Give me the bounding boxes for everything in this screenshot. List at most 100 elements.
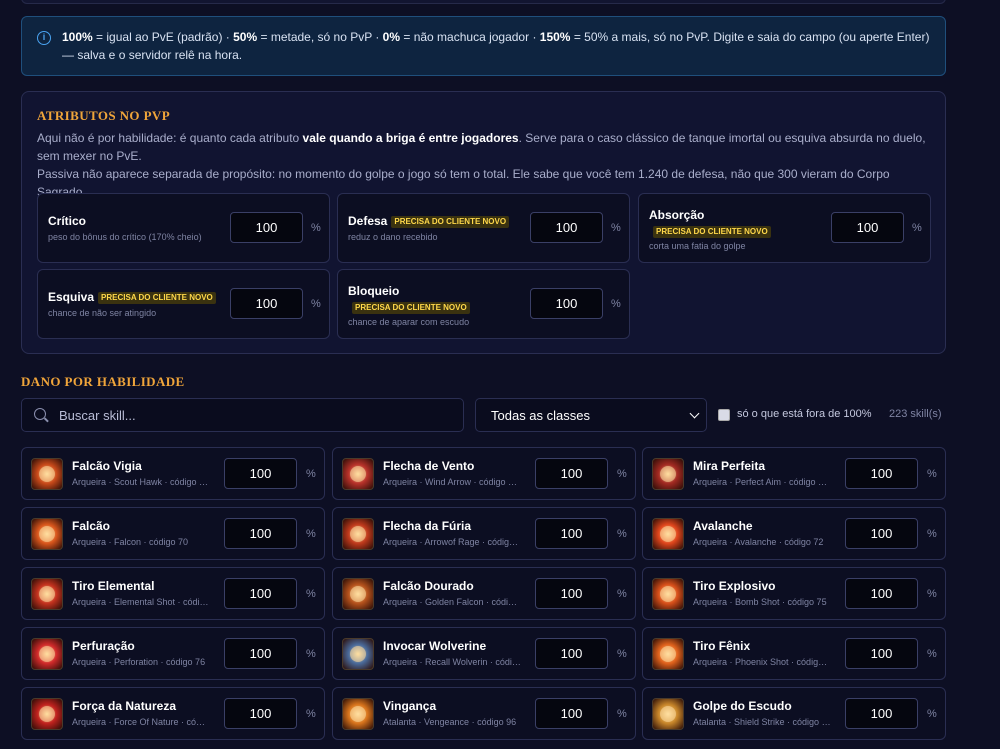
bloqueio-value-input[interactable]: 100	[530, 288, 603, 319]
skill-meta: Arqueira · Scout Hawk · código …	[72, 477, 209, 487]
skill-card: Tiro Fênix Arqueira · Phoenix Shot · códi…	[642, 627, 946, 680]
stat-card-defesa: Defesa PRECISA DO CLIENTE NOVO reduz o da…	[337, 193, 630, 263]
skill-card: Flecha de Vento Arqueira · Wind Arrow · c…	[332, 447, 636, 500]
skill-value-input[interactable]: 100	[535, 458, 608, 489]
skill-meta: Arqueira · Avalanche · código 72	[693, 537, 824, 547]
stat-card-bloqueio: BloqueioPRECISA DO CLIENTE NOVO chance d…	[337, 269, 630, 339]
only-outside-100-label[interactable]: só o que está fora de 100%	[737, 408, 872, 420]
info-banner: i 100% = igual ao PvE (padrão) · 50% = m…	[21, 16, 946, 76]
percent-unit: %	[306, 648, 316, 660]
skill-name: Falcão Dourado	[383, 579, 474, 593]
skill-icon	[31, 578, 63, 610]
absorcao-value-input[interactable]: 100	[831, 212, 904, 243]
percent-unit: %	[927, 708, 937, 720]
skill-meta: Arqueira · Recall Wolverin · códi…	[383, 657, 521, 667]
skill-icon	[31, 518, 63, 550]
pvp-attributes-panel: ATRIBUTOS NO PVP Aqui não é por habilida…	[21, 91, 946, 354]
skill-meta: Arqueira · Force Of Nature · có…	[72, 717, 206, 727]
percent-unit: %	[306, 528, 316, 540]
skill-name: Falcão	[72, 519, 111, 533]
skill-card: Avalanche Arqueira · Avalanche · código 7…	[642, 507, 946, 560]
info-icon: i	[37, 31, 51, 45]
skill-value-input[interactable]: 100	[845, 578, 918, 609]
skill-value-input[interactable]: 100	[224, 458, 297, 489]
skill-name: Tiro Fênix	[693, 639, 751, 653]
skill-card: Tiro Explosivo Arqueira · Bomb Shot · cód…	[642, 567, 946, 620]
class-filter-value: Todas as classes	[491, 408, 590, 423]
skill-name: Vingança	[383, 699, 437, 713]
stat-description: reduz o dano recebido	[348, 232, 438, 242]
percent-unit: %	[617, 468, 627, 480]
skill-name: Tiro Explosivo	[693, 579, 776, 593]
skill-icon	[652, 638, 684, 670]
skill-card: Golpe do Escudo Atalanta · Shield Strike …	[642, 687, 946, 740]
percent-unit: %	[927, 648, 937, 660]
skill-value-input[interactable]: 100	[845, 698, 918, 729]
skill-name: Flecha de Vento	[383, 459, 475, 473]
skills-section-title: DANO POR HABILIDADE	[21, 374, 185, 389]
info-text: 100% = igual ao PvE (padrão) · 50% = met…	[62, 30, 930, 62]
skill-count: 223 skill(s)	[889, 408, 942, 420]
skill-name: Força da Natureza	[72, 699, 177, 713]
skill-value-input[interactable]: 100	[535, 698, 608, 729]
skill-meta: Arqueira · Golden Falcon · códi…	[383, 597, 518, 607]
skill-meta: Arqueira · Perforation · código 76	[72, 657, 206, 667]
class-filter-select[interactable]: Todas as classes	[475, 398, 707, 432]
skill-icon	[31, 698, 63, 730]
stat-name: Esquiva PRECISA DO CLIENTE NOVO	[48, 290, 216, 304]
new-client-badge: PRECISA DO CLIENTE NOVO	[98, 292, 216, 304]
skill-value-input[interactable]: 100	[535, 638, 608, 669]
skill-icon	[342, 698, 374, 730]
skill-value-input[interactable]: 100	[845, 458, 918, 489]
stat-name: BloqueioPRECISA DO CLIENTE NOVO	[348, 283, 518, 315]
skill-value-input[interactable]: 100	[535, 518, 608, 549]
skill-value-input[interactable]: 100	[845, 518, 918, 549]
skill-value-input[interactable]: 100	[224, 518, 297, 549]
skill-meta: Arqueira · Arrowof Rage · códig…	[383, 537, 519, 547]
skill-icon	[342, 518, 374, 550]
percent-unit: %	[611, 298, 621, 310]
skill-card: Flecha da Fúria Arqueira · Arrowof Rage ·…	[332, 507, 636, 560]
skill-meta: Arqueira · Elemental Shot · códi…	[72, 597, 209, 607]
defesa-value-input[interactable]: 100	[530, 212, 603, 243]
skill-card: Vingança Atalanta · Vengeance · código 96…	[332, 687, 636, 740]
percent-unit: %	[617, 588, 627, 600]
percent-unit: %	[617, 648, 627, 660]
skill-value-input[interactable]: 100	[845, 638, 918, 669]
stat-name: AbsorçãoPRECISA DO CLIENTE NOVO	[649, 207, 819, 239]
skill-name: Mira Perfeita	[693, 459, 766, 473]
skill-value-input[interactable]: 100	[535, 578, 608, 609]
search-placeholder: Buscar skill...	[59, 408, 136, 423]
stat-card-esquiva: Esquiva PRECISA DO CLIENTE NOVO chance de…	[37, 269, 330, 339]
esquiva-value-input[interactable]: 100	[230, 288, 303, 319]
skill-name: Flecha da Fúria	[383, 519, 472, 533]
skill-name: Perfuração	[72, 639, 135, 653]
skill-value-input[interactable]: 100	[224, 578, 297, 609]
skill-card: Força da Natureza Arqueira · Force Of Nat…	[21, 687, 325, 740]
percent-unit: %	[927, 528, 937, 540]
skill-meta: Arqueira · Falcon · código 70	[72, 537, 189, 547]
skill-meta: Atalanta · Vengeance · código 96	[383, 717, 517, 727]
percent-unit: %	[306, 468, 316, 480]
skill-card: Falcão Vigia Arqueira · Scout Hawk · códi…	[21, 447, 325, 500]
skill-meta: Arqueira · Phoenix Shot · códig…	[693, 657, 828, 667]
stat-card-critico: Crítico peso do bônus do crítico (170% c…	[37, 193, 330, 263]
percent-unit: %	[617, 708, 627, 720]
stat-description: peso do bônus do crítico (170% cheio)	[48, 232, 202, 242]
skill-card: Perfuração Arqueira · Perforation · códig…	[21, 627, 325, 680]
skill-name: Golpe do Escudo	[693, 699, 792, 713]
percent-unit: %	[306, 588, 316, 600]
skill-icon	[342, 638, 374, 670]
percent-unit: %	[927, 468, 937, 480]
critico-value-input[interactable]: 100	[230, 212, 303, 243]
skill-value-input[interactable]: 100	[224, 698, 297, 729]
skill-value-input[interactable]: 100	[224, 638, 297, 669]
skill-icon	[31, 458, 63, 490]
only-outside-100-checkbox[interactable]	[718, 409, 730, 421]
skill-meta: Atalanta · Shield Strike · código …	[693, 717, 831, 727]
skill-icon	[342, 458, 374, 490]
percent-unit: %	[311, 222, 321, 234]
skill-search-input[interactable]: Buscar skill...	[21, 398, 464, 432]
skill-card: Falcão Arqueira · Falcon · código 70 100%	[21, 507, 325, 560]
previous-panel-edge	[21, 0, 946, 4]
